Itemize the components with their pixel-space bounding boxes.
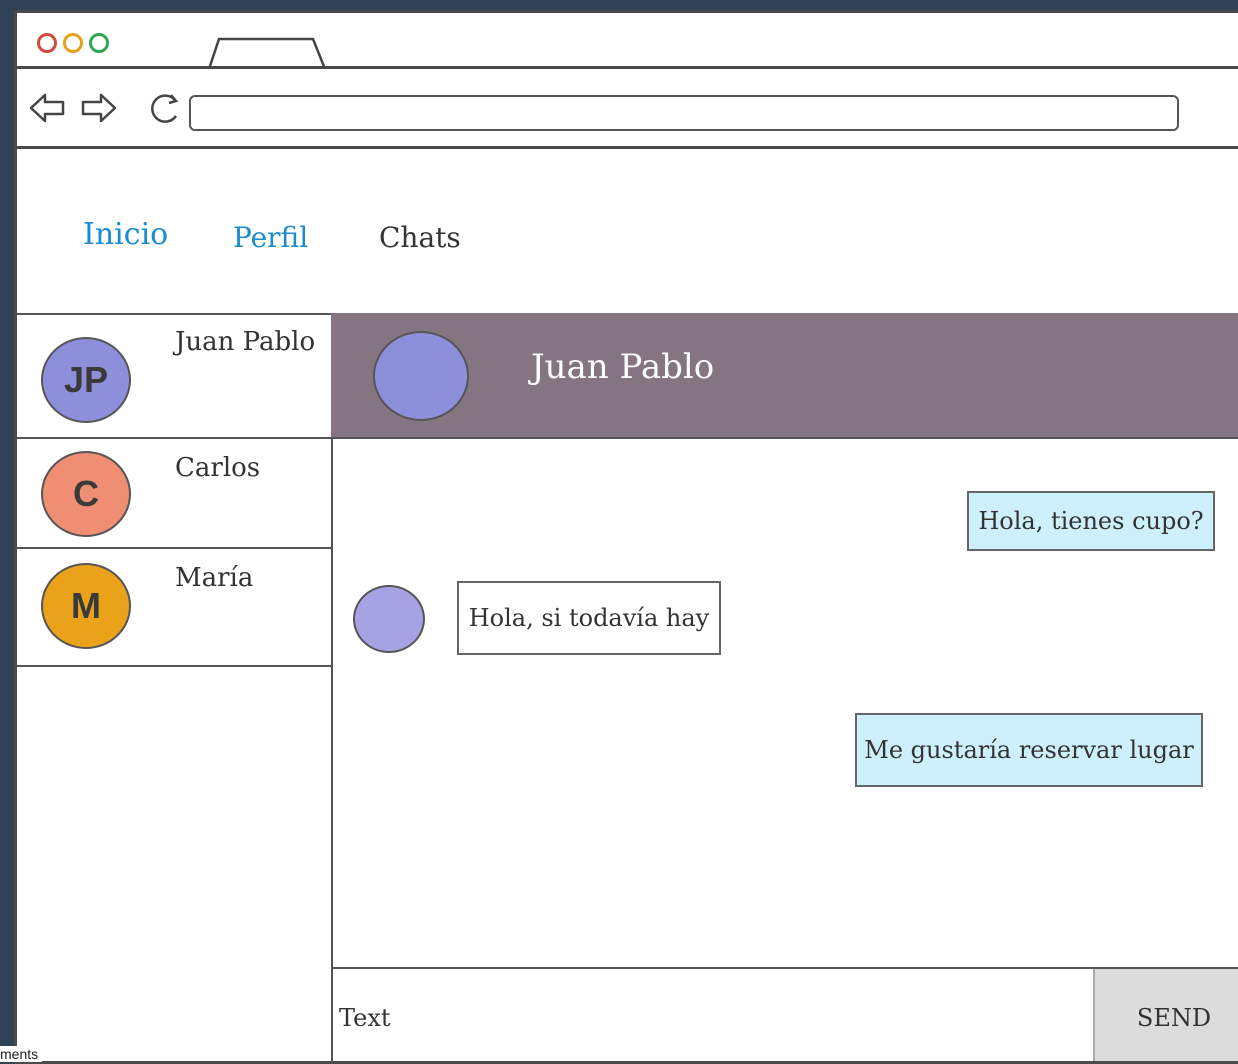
- menu-link-perfil[interactable]: Perfil: [233, 221, 308, 254]
- browser-tab[interactable]: [207, 37, 327, 69]
- send-button[interactable]: SEND: [1093, 969, 1238, 1061]
- url-input[interactable]: [189, 95, 1179, 131]
- chat-header-name: Juan Pablo: [531, 347, 715, 387]
- message-bubble-incoming: Hola, si todavía hay: [457, 581, 721, 655]
- avatar: JP: [41, 337, 131, 423]
- message-list: Hola, tienes cupo? Hola, si todavía hay …: [331, 439, 1238, 969]
- contact-name: Juan Pablo: [175, 327, 316, 357]
- contact-item-carlos[interactable]: C Carlos: [17, 437, 333, 549]
- chat-header-avatar: [373, 331, 469, 421]
- avatar: M: [41, 563, 131, 649]
- contacts-sidebar: JP Juan Pablo C Carlos M María: [17, 313, 333, 1061]
- browser-navbar: [17, 69, 1238, 149]
- back-arrow-icon[interactable]: [27, 91, 67, 125]
- contact-item-juan-pablo[interactable]: JP Juan Pablo: [17, 313, 333, 439]
- contact-item-maria[interactable]: M María: [17, 547, 333, 667]
- chat-header: Juan Pablo: [331, 313, 1238, 439]
- contact-name: Carlos: [175, 453, 261, 483]
- message-composer: SEND: [331, 967, 1238, 1061]
- menu-link-chats[interactable]: Chats: [379, 221, 461, 254]
- footer-text: ments: [0, 1046, 43, 1062]
- contact-name: María: [175, 563, 254, 593]
- minimize-window-icon[interactable]: [63, 33, 83, 53]
- browser-window: Inicio Perfil Chats JP Juan Pablo C Carl…: [14, 10, 1238, 1064]
- title-bar: [17, 13, 1238, 69]
- message-bubble-outgoing: Hola, tienes cupo?: [967, 491, 1215, 551]
- message-avatar: [353, 585, 425, 653]
- reload-icon[interactable]: [145, 91, 185, 125]
- message-bubble-outgoing: Me gustaría reservar lugar: [855, 713, 1203, 787]
- close-window-icon[interactable]: [37, 33, 57, 53]
- message-input[interactable]: [333, 969, 1093, 1061]
- top-menu: Inicio Perfil Chats: [17, 149, 1238, 317]
- forward-arrow-icon[interactable]: [79, 91, 119, 125]
- menu-link-inicio[interactable]: Inicio: [83, 217, 168, 252]
- avatar: C: [41, 451, 131, 537]
- maximize-window-icon[interactable]: [89, 33, 109, 53]
